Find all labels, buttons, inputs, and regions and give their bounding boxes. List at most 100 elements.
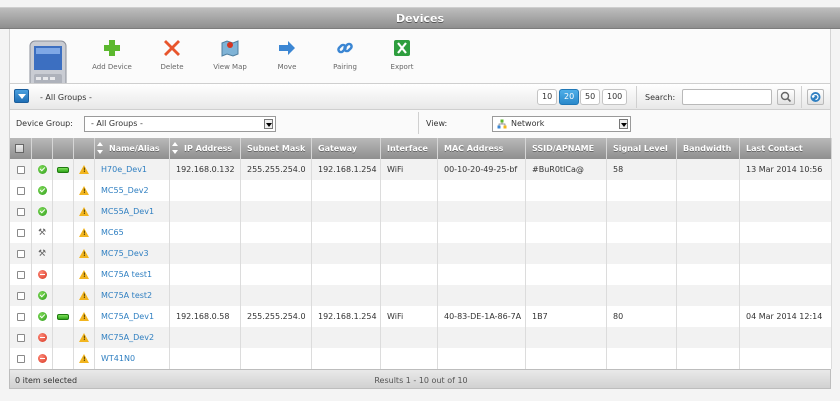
- mac-cell: [437, 264, 526, 285]
- filter-bar: Device Group: - All Groups - View: Netwo…: [9, 110, 831, 138]
- column-header-subnet[interactable]: Subnet Mask: [240, 138, 312, 159]
- row-checkbox[interactable]: [16, 165, 25, 174]
- table-row[interactable]: WT41N0: [9, 348, 832, 369]
- table-row[interactable]: ⚒ MC65: [9, 222, 832, 243]
- table-row[interactable]: MC75A test2: [9, 285, 832, 306]
- table-row[interactable]: MC55A_Dev1: [9, 201, 832, 222]
- bandwidth-cell: [676, 327, 740, 348]
- battery-icon: [57, 313, 69, 320]
- export-button[interactable]: Export: [377, 35, 427, 71]
- row-checkbox[interactable]: [16, 186, 25, 195]
- name-cell[interactable]: MC75A test2: [94, 285, 170, 306]
- page-size-10[interactable]: 10: [537, 89, 558, 105]
- device-name-link[interactable]: MC55_Dev2: [101, 186, 149, 195]
- row-checkbox[interactable]: [16, 228, 25, 237]
- interface-cell: WiFi: [380, 159, 438, 180]
- column-header-ip[interactable]: IP Address: [169, 138, 241, 159]
- column-header-mac[interactable]: MAC Address: [437, 138, 526, 159]
- device-name-link[interactable]: H70e_Dev1: [101, 165, 147, 174]
- name-cell[interactable]: H70e_Dev1: [94, 159, 170, 180]
- page-size-50[interactable]: 50: [580, 89, 601, 105]
- view-select[interactable]: Network: [492, 116, 631, 132]
- name-cell[interactable]: MC55_Dev2: [94, 180, 170, 201]
- page-size-20[interactable]: 20: [559, 89, 580, 105]
- subnet-cell: [240, 201, 312, 222]
- status-offline-icon: [37, 354, 47, 363]
- row-select-cell[interactable]: [9, 222, 32, 243]
- move-button[interactable]: Move: [262, 35, 312, 71]
- column-header-name[interactable]: Name/Alias: [94, 138, 170, 159]
- status-online-icon: [37, 207, 47, 216]
- battery-cell: [52, 180, 74, 201]
- name-cell[interactable]: MC55A_Dev1: [94, 201, 170, 222]
- group-dropdown-button[interactable]: [14, 89, 29, 103]
- row-checkbox[interactable]: [16, 312, 25, 321]
- table-row[interactable]: MC75A test1: [9, 264, 832, 285]
- row-select-cell[interactable]: [9, 243, 32, 264]
- device-name-link[interactable]: MC75A_Dev1: [101, 312, 154, 321]
- signal-cell: [606, 285, 677, 306]
- search-button[interactable]: [777, 89, 795, 105]
- pairing-button[interactable]: Pairing: [320, 35, 370, 71]
- window-title: Devices: [0, 7, 840, 29]
- device-name-link[interactable]: MC75A test2: [101, 291, 152, 300]
- row-select-cell[interactable]: [9, 180, 32, 201]
- row-checkbox[interactable]: [16, 354, 25, 363]
- gateway-cell: [311, 348, 381, 369]
- select-all-checkbox[interactable]: [15, 144, 24, 153]
- device-name-link[interactable]: WT41N0: [101, 354, 135, 363]
- delete-button[interactable]: Delete: [147, 35, 197, 71]
- table-row[interactable]: H70e_Dev1 192.168.0.132255.255.254.0192.1…: [9, 159, 832, 180]
- column-header-bandwidth[interactable]: Bandwidth: [676, 138, 740, 159]
- row-select-cell[interactable]: [9, 201, 32, 222]
- row-select-cell[interactable]: [9, 306, 32, 327]
- row-checkbox[interactable]: [16, 333, 25, 342]
- name-cell[interactable]: MC65: [94, 222, 170, 243]
- table-row[interactable]: MC75A_Dev1 192.168.0.58255.255.254.0192.1…: [9, 306, 832, 327]
- alert-header: [73, 138, 95, 159]
- column-header-interface[interactable]: Interface: [380, 138, 438, 159]
- row-checkbox[interactable]: [16, 270, 25, 279]
- column-header-gateway[interactable]: Gateway: [311, 138, 381, 159]
- column-header-last-contact[interactable]: Last Contact: [739, 138, 832, 159]
- refresh-button[interactable]: [807, 89, 824, 105]
- name-cell[interactable]: MC75_Dev3: [94, 243, 170, 264]
- device-group-select[interactable]: - All Groups -: [84, 116, 276, 132]
- search-input[interactable]: [682, 89, 772, 105]
- table-row[interactable]: MC55_Dev2: [9, 180, 832, 201]
- row-select-cell[interactable]: [9, 327, 32, 348]
- row-select-cell[interactable]: [9, 264, 32, 285]
- column-header-ssid[interactable]: SSID/APNAME: [525, 138, 607, 159]
- subnet-cell: [240, 222, 312, 243]
- interface-cell: [380, 264, 438, 285]
- device-name-link[interactable]: MC75A test1: [101, 270, 152, 279]
- ssid-cell: 1B7: [525, 306, 607, 327]
- row-select-cell[interactable]: [9, 159, 32, 180]
- signal-cell: [606, 264, 677, 285]
- name-cell[interactable]: MC75A test1: [94, 264, 170, 285]
- row-select-cell[interactable]: [9, 285, 32, 306]
- name-cell[interactable]: WT41N0: [94, 348, 170, 369]
- device-name-link[interactable]: MC55A_Dev1: [101, 207, 154, 216]
- device-name-link[interactable]: MC75A_Dev2: [101, 333, 154, 342]
- view-map-button[interactable]: View Map: [205, 35, 255, 71]
- status-footer: 0 item selected Results 1 - 10 out of 10: [9, 369, 831, 389]
- device-name-link[interactable]: MC65: [101, 228, 124, 237]
- row-checkbox[interactable]: [16, 249, 25, 258]
- column-header-label: Name/Alias: [109, 144, 160, 153]
- name-cell[interactable]: MC75A_Dev1: [94, 306, 170, 327]
- row-checkbox[interactable]: [16, 291, 25, 300]
- table-row[interactable]: ⚒ MC75_Dev3: [9, 243, 832, 264]
- device-name-link[interactable]: MC75_Dev3: [101, 249, 149, 258]
- page-size-100[interactable]: 100: [602, 89, 628, 105]
- select-all-header[interactable]: [9, 138, 32, 159]
- add-device-button[interactable]: Add Device: [87, 35, 137, 71]
- add-device-label: Add Device: [92, 63, 132, 71]
- column-header-signal[interactable]: Signal Level: [606, 138, 677, 159]
- name-cell[interactable]: MC75A_Dev2: [94, 327, 170, 348]
- mac-cell: 40-83-DE-1A-86-7A: [437, 306, 526, 327]
- alert-cell: [73, 306, 95, 327]
- row-checkbox[interactable]: [16, 207, 25, 216]
- row-select-cell[interactable]: [9, 348, 32, 369]
- table-row[interactable]: MC75A_Dev2: [9, 327, 832, 348]
